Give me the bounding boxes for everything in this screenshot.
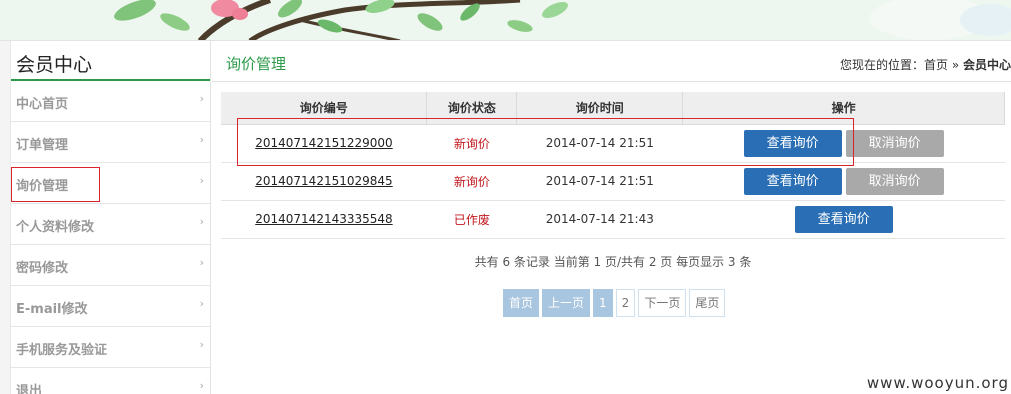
highlight-box-sidebar — [11, 167, 100, 202]
sidebar-item-label: 中心首页 — [16, 97, 69, 112]
chevron-right-icon: › — [199, 92, 204, 105]
sidebar-item-mobile[interactable]: 手机服务及验证 › — [11, 327, 210, 368]
chevron-right-icon: › — [199, 256, 204, 269]
cancel-inquiry-button[interactable]: 取消询价 — [845, 167, 944, 195]
pager-first[interactable]: 首页 — [503, 289, 540, 317]
inquiry-id-link[interactable]: 201407142151029845 — [255, 174, 392, 188]
chevron-right-icon: › — [199, 133, 204, 146]
pager-page-1[interactable]: 1 — [593, 289, 613, 317]
pager-page-2[interactable]: 2 — [615, 289, 636, 317]
top-banner — [0, 0, 1011, 41]
view-inquiry-button[interactable]: 查看询价 — [743, 167, 842, 195]
highlight-box-row — [237, 118, 854, 166]
view-inquiry-button[interactable]: 查看询价 — [794, 205, 893, 233]
sidebar-item-label: 订单管理 — [16, 138, 69, 153]
sidebar-item-logout[interactable]: 退出 › — [11, 368, 210, 394]
watermark: www.wooyun.org — [866, 374, 1009, 392]
inquiry-time: 2014-07-14 21:43 — [545, 212, 654, 226]
cancel-inquiry-button[interactable]: 取消询价 — [845, 129, 944, 157]
sidebar-item-label: 手机服务及验证 — [16, 343, 108, 358]
chevron-right-icon: › — [199, 338, 204, 351]
sidebar-item-email[interactable]: E-mail修改 › — [11, 286, 210, 327]
breadcrumb-prefix: 您现在的位置：首页 » — [840, 58, 963, 72]
inquiry-id-link[interactable]: 201407142143335548 — [255, 212, 392, 226]
sidebar-item-label: 个人资料修改 — [16, 220, 95, 235]
sidebar-item-label: E-mail修改 — [16, 302, 88, 317]
pager-last[interactable]: 尾页 — [689, 289, 726, 317]
page-title: 询价管理 — [226, 55, 287, 73]
pagination-summary: 共有 6 条记录 当前第 1 页/共有 2 页 每页显示 3 条 — [474, 255, 752, 269]
breadcrumb: 您现在的位置：首页 » 会员中心 — [840, 56, 1011, 73]
left-gutter — [0, 41, 10, 394]
chevron-right-icon: › — [199, 379, 204, 392]
sidebar: 会员中心 中心首页 › 订单管理 › 询价管理 › 个人资料修改 › 密码修改 … — [10, 41, 211, 394]
status-text: 新询价 — [453, 174, 490, 189]
chevron-right-icon: › — [199, 297, 204, 310]
chevron-right-icon: › — [199, 174, 204, 187]
pager-next[interactable]: 下一页 — [638, 289, 687, 317]
sidebar-item-password[interactable]: 密码修改 › — [11, 245, 210, 286]
sidebar-item-orders[interactable]: 订单管理 › — [11, 122, 210, 163]
sidebar-item-label: 密码修改 — [16, 261, 69, 276]
sidebar-item-profile[interactable]: 个人资料修改 › — [11, 204, 210, 245]
breadcrumb-current: 会员中心 — [962, 58, 1011, 72]
pagination: 首页 上一页 1 2 下一页 尾页 — [503, 289, 726, 317]
sidebar-title: 会员中心 — [11, 41, 210, 81]
pager-prev[interactable]: 上一页 — [542, 289, 591, 317]
inquiry-time: 2014-07-14 21:51 — [545, 174, 654, 188]
table-row: 201407142151029845 新询价 2014-07-14 21:51 … — [221, 162, 1005, 201]
main-header: 询价管理 您现在的位置：首页 » 会员中心 — [212, 41, 1011, 82]
status-text: 已作废 — [453, 212, 490, 227]
table-row: 201407142143335548 已作废 2014-07-14 21:43 … — [221, 200, 1005, 239]
sidebar-item-home[interactable]: 中心首页 › — [11, 81, 210, 122]
sidebar-item-label: 退出 — [16, 384, 43, 394]
chevron-right-icon: › — [199, 215, 204, 228]
tree-illustration — [0, 0, 1011, 40]
